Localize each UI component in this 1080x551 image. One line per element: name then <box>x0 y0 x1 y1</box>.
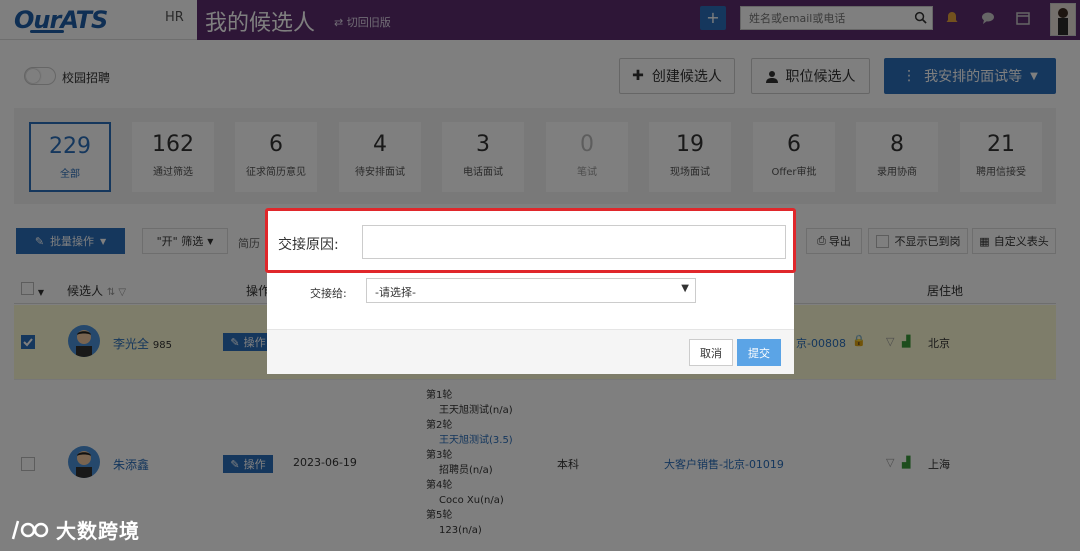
highlight-box <box>265 208 796 273</box>
cancel-button[interactable]: 取消 <box>689 339 733 366</box>
watermark-text: 大数跨境 <box>56 519 140 543</box>
handover-to-label: 交接给: <box>310 287 347 300</box>
watermark: 大数跨境 <box>10 515 140 544</box>
submit-button[interactable]: 提交 <box>737 339 781 366</box>
caret-down-icon: ▼ <box>681 283 689 294</box>
watermark-logo-icon <box>11 520 49 539</box>
handover-to-value: -请选择- <box>375 286 416 299</box>
handover-to-select[interactable]: -请选择- ▼ <box>366 278 696 303</box>
